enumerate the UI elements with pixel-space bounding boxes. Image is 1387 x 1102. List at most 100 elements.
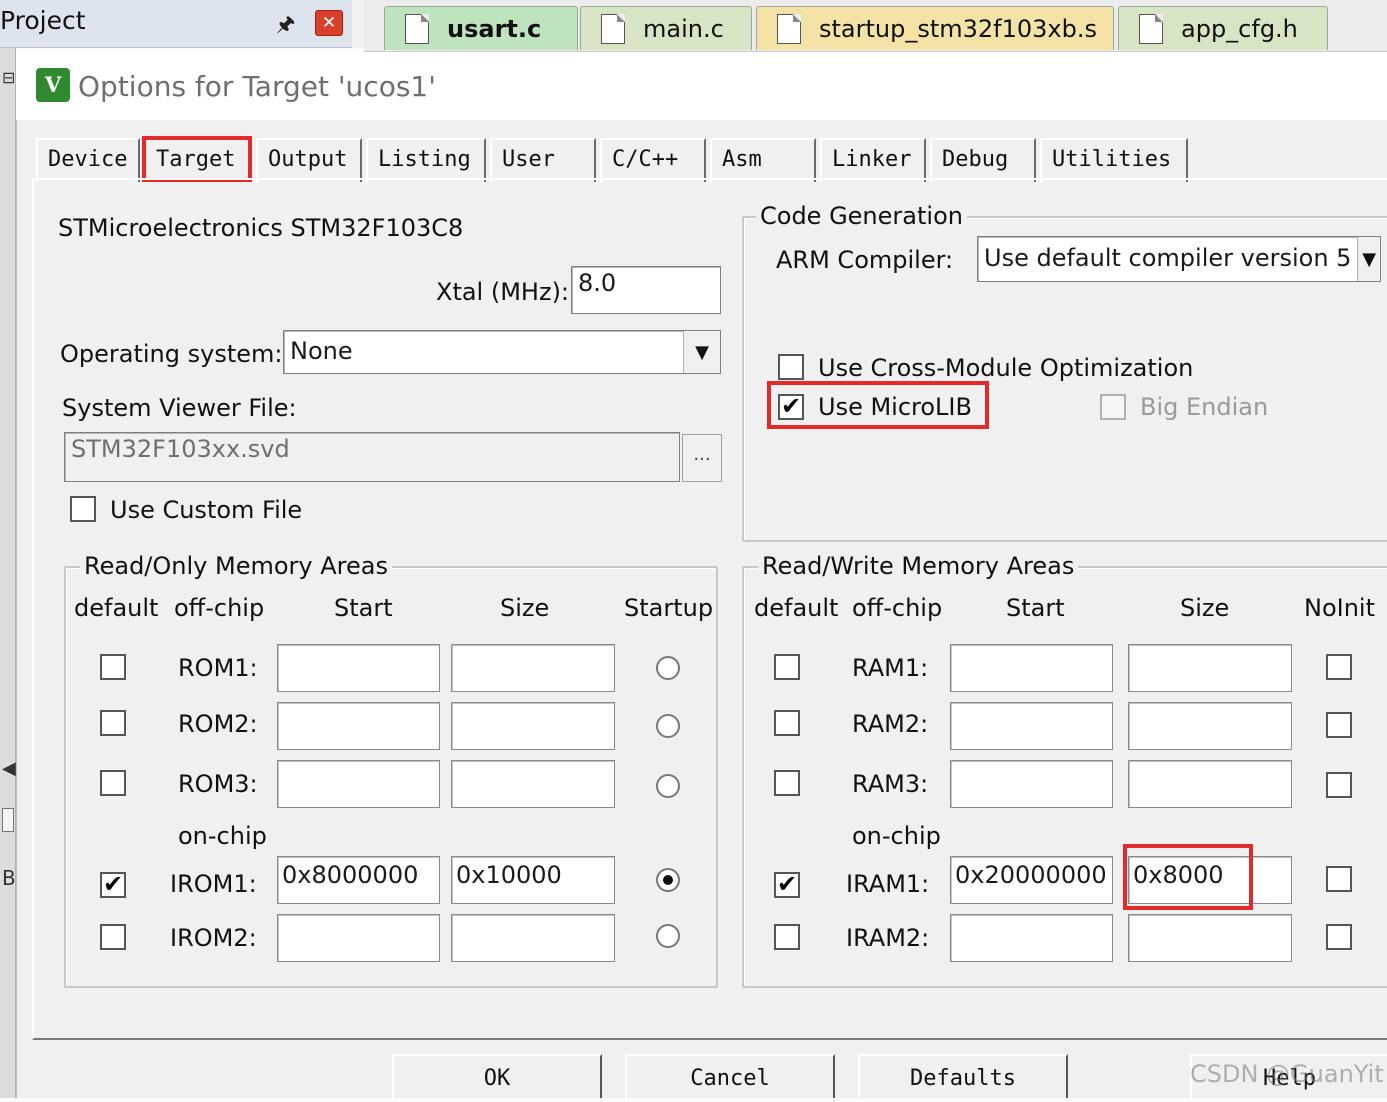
file-tab-label: main.c [643,14,724,43]
irom2-startup-radio[interactable] [656,924,680,948]
irom1-default-checkbox[interactable]: ✔ [100,872,126,898]
tab-debug[interactable]: Debug [930,138,1036,182]
file-tab-app-cfg-h[interactable]: app_cfg.h [1118,6,1328,50]
tab-listing[interactable]: Listing [366,138,486,182]
rom3-default-checkbox[interactable] [100,770,126,796]
project-pane-title: Project [0,6,86,35]
tab-output[interactable]: Output [256,138,362,182]
ram-legend: Read/Write Memory Areas [758,552,1079,580]
iram1-noinit-checkbox[interactable] [1326,866,1352,892]
ram-header-default: default [754,594,839,622]
ram2-size-input[interactable] [1128,702,1292,750]
device-name: STMicroelectronics STM32F103C8 [58,214,464,242]
microlib-checkbox[interactable]: ✔ [778,394,804,420]
tab-user[interactable]: User [490,138,596,182]
ok-button[interactable]: OK [392,1054,602,1098]
file-icon [777,13,801,44]
ram2-label: RAM2: [852,710,929,738]
xtal-label: Xtal (MHz): [436,278,570,306]
close-icon[interactable]: ✕ [315,10,343,36]
ram3-default-checkbox[interactable] [774,770,800,796]
ram2-noinit-checkbox[interactable] [1326,712,1352,738]
big-endian-label: Big Endian [1140,393,1269,421]
ram1-size-input[interactable] [1128,644,1292,692]
compiler-select-value: Use default compiler version 5 [984,244,1352,272]
book-icon[interactable] [2,808,14,832]
chevron-down-icon[interactable]: ▼ [683,331,720,373]
rom1-start-input[interactable] [277,644,440,692]
ram3-label: RAM3: [852,770,929,798]
tab-asm[interactable]: Asm [710,138,816,182]
file-tab-startup-s[interactable]: startup_stm32f103xb.s [756,6,1114,50]
rom1-default-checkbox[interactable] [100,654,126,680]
ram-header-start: Start [1006,594,1065,622]
watermark: CSDN @GuanYit [1190,1060,1384,1088]
irom2-default-checkbox[interactable] [100,924,126,950]
tab-target[interactable]: Target [142,136,252,182]
rom3-startup-radio[interactable] [656,774,680,798]
iram1-label: IRAM1: [846,870,930,898]
ram-header-offchip: off-chip [852,594,943,622]
rom2-label: ROM2: [178,710,258,738]
os-select[interactable]: None ▼ [283,330,721,374]
ram2-default-checkbox[interactable] [774,710,800,736]
cross-module-checkbox[interactable] [778,354,804,380]
ram3-start-input[interactable] [950,760,1113,808]
tab-c-cpp[interactable]: C/C++ [600,138,706,182]
ram1-default-checkbox[interactable] [774,654,800,680]
custom-file-checkbox[interactable] [70,496,96,522]
tree-collapse-icon[interactable]: ⊟ [2,68,15,87]
ram2-start-input[interactable] [950,702,1113,750]
irom1-start-input[interactable]: 0x8000000 [277,856,440,904]
ram-header-noinit: NoInit [1304,594,1376,622]
dialog-title: Options for Target 'ucos1' [78,70,436,103]
file-tab-label: app_cfg.h [1181,14,1298,43]
ram1-noinit-checkbox[interactable] [1326,654,1352,680]
file-tab-main-c[interactable]: main.c [580,6,752,50]
rom-header-startup: Startup [624,594,714,622]
rom3-start-input[interactable] [277,760,440,808]
rom1-size-input[interactable] [451,644,615,692]
tab-utilities[interactable]: Utilities [1040,138,1188,182]
rom2-start-input[interactable] [277,702,440,750]
iram2-label: IRAM2: [846,924,930,952]
compiler-label: ARM Compiler: [776,246,954,274]
iram2-default-checkbox[interactable] [774,924,800,950]
irom1-size-input[interactable]: 0x10000 [451,856,615,904]
ram1-start-input[interactable] [950,644,1113,692]
ram3-size-input[interactable] [1128,760,1292,808]
compiler-select[interactable]: Use default compiler version 5 ▼ [977,236,1381,282]
big-endian-checkbox [1100,394,1126,420]
iram2-start-input[interactable] [950,914,1113,962]
scroll-left-arrow-icon[interactable]: ◀ [2,758,16,779]
rom1-label: ROM1: [178,654,258,682]
rom-header-start: Start [334,594,393,622]
xtal-input[interactable]: 8.0 [571,266,721,314]
rom-legend: Read/Only Memory Areas [80,552,392,580]
rom1-startup-radio[interactable] [656,656,680,680]
rom2-default-checkbox[interactable] [100,710,126,736]
irom2-start-input[interactable] [277,914,440,962]
pane-separator [352,0,364,48]
rom2-startup-radio[interactable] [656,714,680,738]
iram2-size-input[interactable] [1128,914,1292,962]
custom-file-label: Use Custom File [110,496,303,524]
rom2-size-input[interactable] [451,702,615,750]
iram2-noinit-checkbox[interactable] [1326,924,1352,950]
iram1-start-input[interactable]: 0x20000000 [950,856,1113,904]
ram3-noinit-checkbox[interactable] [1326,772,1352,798]
file-tab-usart-c[interactable]: usart.c [384,6,578,50]
keil-uvision-icon: V [36,68,70,102]
irom1-label: IROM1: [170,870,257,898]
iram1-default-checkbox[interactable]: ✔ [774,872,800,898]
irom1-startup-radio[interactable] [656,868,680,892]
chevron-down-icon[interactable]: ▼ [1357,237,1380,281]
pin-icon[interactable]: 🖈︎ [276,10,295,45]
defaults-button[interactable]: Defaults [858,1054,1068,1098]
irom2-size-input[interactable] [451,914,615,962]
tab-linker[interactable]: Linker [820,138,926,182]
rom-header-size: Size [500,594,550,622]
cancel-button[interactable]: Cancel [625,1054,835,1098]
tab-device[interactable]: Device [36,138,140,182]
rom3-size-input[interactable] [451,760,615,808]
